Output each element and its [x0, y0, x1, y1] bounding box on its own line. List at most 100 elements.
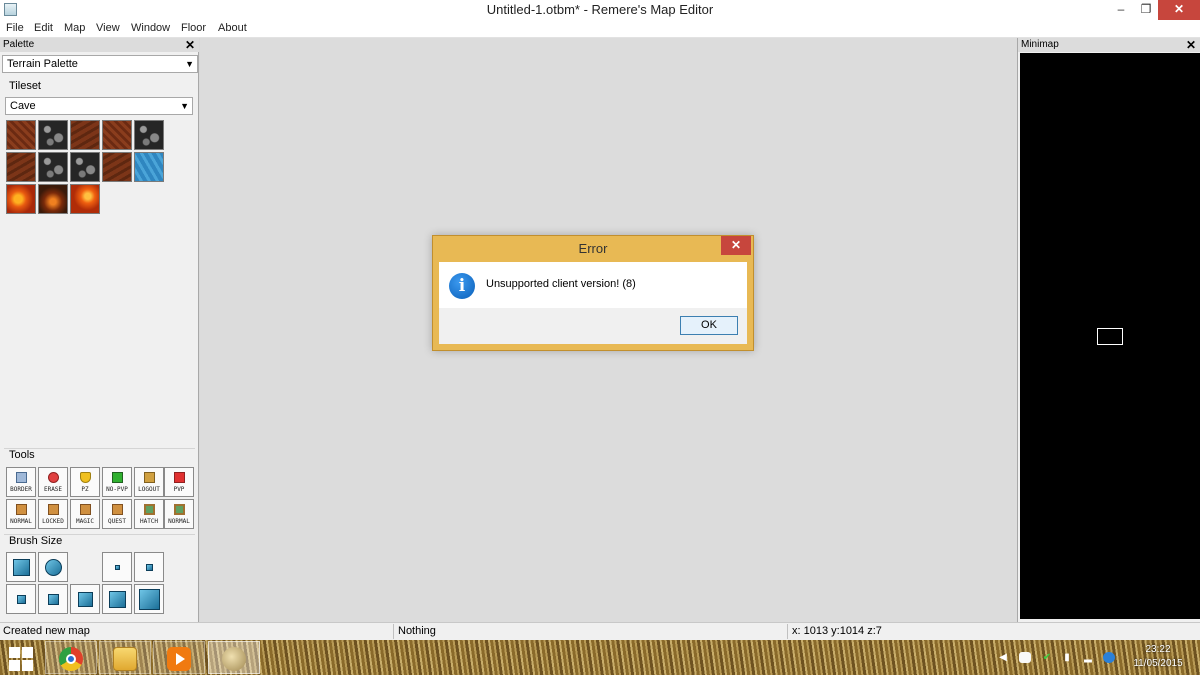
clock[interactable]: 23:22 11/05/2015 — [1128, 643, 1188, 671]
menu-edit[interactable]: Edit — [34, 22, 53, 34]
minimap-viewport-rect[interactable] — [1097, 328, 1123, 345]
brush-size-icon — [78, 592, 93, 607]
tool-window-hatch-button[interactable]: HATCH — [134, 499, 164, 529]
tool-erase-button[interactable]: ERASE — [38, 467, 68, 497]
erase-icon — [48, 472, 59, 483]
tile-rock[interactable] — [38, 120, 68, 150]
tool-label: NORMAL — [10, 518, 32, 525]
brush-size-4-button[interactable] — [38, 584, 68, 614]
menu-view[interactable]: View — [96, 22, 120, 34]
windows-logo-icon — [9, 660, 20, 671]
tile-dirt[interactable] — [6, 120, 36, 150]
tool-label: HATCH — [139, 518, 159, 525]
brush-circle-button[interactable] — [38, 552, 68, 582]
tile-dirt[interactable] — [102, 120, 132, 150]
tile-water[interactable] — [134, 152, 164, 182]
ok-button[interactable]: OK — [680, 316, 738, 335]
brush-size-6-button[interactable] — [102, 584, 132, 614]
tile-lava[interactable] — [6, 184, 36, 214]
dialog-message: Unsupported client version! (8) — [486, 278, 636, 290]
minimap-title-label: Minimap — [1021, 39, 1059, 50]
minimap-view[interactable] — [1020, 53, 1200, 619]
tools-label: Tools — [9, 449, 35, 461]
minimap-panel: Minimap ✕ — [1017, 38, 1200, 622]
menu-floor[interactable]: Floor — [181, 22, 206, 34]
tile-dirt[interactable] — [6, 152, 36, 182]
menu-bar: File Edit Map View Window Floor About — [0, 20, 1200, 38]
brush-square-button[interactable] — [6, 552, 36, 582]
tool-door-quest-button[interactable]: QUEST — [102, 499, 132, 529]
taskbar-chrome[interactable] — [45, 641, 97, 674]
windows-logo-icon — [22, 660, 33, 671]
tool-window-normal-button[interactable]: NORMAL — [164, 499, 194, 529]
taskbar-media-player[interactable] — [153, 641, 205, 674]
brush-size-1-button[interactable] — [102, 552, 132, 582]
menu-window[interactable]: Window — [131, 22, 170, 34]
tile-lava[interactable] — [38, 184, 68, 214]
menu-map[interactable]: Map — [64, 22, 85, 34]
tileset-select[interactable]: Cave ▼ — [5, 97, 193, 115]
brush-size-3-button[interactable] — [6, 584, 36, 614]
palette-type-select[interactable]: Terrain Palette ▼ — [2, 55, 198, 73]
status-message: Created new map — [3, 625, 90, 637]
tile-dirt[interactable] — [70, 120, 100, 150]
shield-icon — [80, 472, 91, 483]
maximize-button[interactable]: ❐ — [1132, 0, 1160, 20]
window-icon — [144, 504, 155, 515]
onedrive-icon[interactable] — [1019, 652, 1031, 663]
chevron-down-icon: ▼ — [180, 101, 189, 111]
brush-size-5-button[interactable] — [70, 584, 100, 614]
chrome-icon-center — [66, 654, 76, 664]
battery-icon[interactable]: ▮ — [1061, 652, 1073, 663]
door-icon — [112, 504, 123, 515]
flag-red-icon — [174, 472, 185, 483]
menu-file[interactable]: File — [6, 22, 24, 34]
palette-title-label: Palette — [3, 39, 35, 50]
tool-door-locked-button[interactable]: LOCKED — [38, 499, 68, 529]
internet-explorer-icon[interactable] — [1103, 652, 1115, 663]
dialog-body: i Unsupported client version! (8) — [439, 262, 747, 308]
windows-logo-icon — [9, 647, 20, 658]
tool-door-normal-button[interactable]: NORMAL — [6, 499, 36, 529]
tool-label: QUEST — [107, 518, 127, 525]
brush-size-icon — [115, 565, 120, 570]
brush-size-icon — [146, 564, 153, 571]
tool-pz-button[interactable]: PZ — [70, 467, 100, 497]
menu-about[interactable]: About — [218, 22, 247, 34]
brush-size-7-button[interactable] — [134, 584, 164, 614]
network-icon[interactable]: ▂ — [1082, 652, 1094, 663]
tool-label: LOCKED — [42, 518, 64, 525]
dialog-close-button[interactable]: ✕ — [721, 236, 751, 255]
tile-dirt[interactable] — [102, 152, 132, 182]
minimap-title: Minimap ✕ — [1018, 38, 1200, 52]
status-bar: Created new map Nothing x: 1013 y:1014 z… — [0, 622, 1200, 640]
dialog-title: Error — [578, 241, 608, 256]
tile-rock[interactable] — [134, 120, 164, 150]
tool-label: NORMAL — [168, 518, 190, 525]
brush-size-label: Brush Size — [9, 535, 63, 547]
palette-panel: Palette ✕ Terrain Palette ▼ Tileset Cave… — [0, 38, 199, 622]
tool-border-button[interactable]: BORDER — [6, 467, 36, 497]
tile-lava[interactable] — [70, 184, 100, 214]
volume-icon[interactable]: ◀ — [997, 652, 1009, 663]
play-triangle — [176, 653, 185, 665]
tool-logout-button[interactable]: LOGOUT — [134, 467, 164, 497]
circle-brush-icon — [45, 559, 62, 576]
tile-rock[interactable] — [38, 152, 68, 182]
tool-door-magic-button[interactable]: MAGIC — [70, 499, 100, 529]
minimize-button[interactable]: – — [1107, 0, 1135, 20]
taskbar-map-editor[interactable] — [208, 641, 260, 674]
start-button[interactable] — [6, 644, 36, 672]
security-icon[interactable]: ✔ — [1041, 652, 1053, 663]
tool-no-pvp-button[interactable]: NO-PVP — [102, 467, 132, 497]
tool-label: MAGIC — [75, 518, 95, 525]
close-button[interactable]: ✕ — [1158, 0, 1200, 20]
tile-rock[interactable] — [70, 152, 100, 182]
brush-size-2-button[interactable] — [134, 552, 164, 582]
palette-close-icon[interactable]: ✕ — [185, 38, 195, 52]
taskbar-file-explorer[interactable] — [99, 641, 151, 674]
chevron-down-icon: ▼ — [185, 59, 194, 69]
minimap-close-icon[interactable]: ✕ — [1186, 38, 1196, 52]
window-icon — [174, 504, 185, 515]
tool-pvp-button[interactable]: PVP — [164, 467, 194, 497]
